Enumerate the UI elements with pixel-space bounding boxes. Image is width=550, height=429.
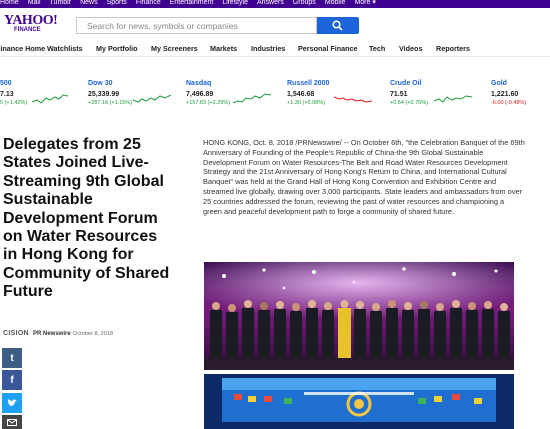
top-link-answers[interactable]: Answers [257,0,284,6]
article-photo-delegates [204,262,514,370]
ticker-crude-oil[interactable]: Crude Oil 71.51 +0.54 (+0.76%) [390,80,482,120]
nav-videos[interactable]: Videos [399,44,422,53]
sparkline [233,93,271,104]
top-link-more[interactable]: More ▾ [354,0,375,6]
sparkline [434,95,472,103]
twitter-share-button[interactable] [2,393,22,413]
search-icon [332,20,343,31]
ticker-name: Crude Oil [390,80,422,87]
nav-reporters[interactable]: Reporters [436,44,470,53]
ticker-name: Nasdaq [186,80,212,87]
logo-main-text: YAHOO! [4,13,58,28]
ticker-value: 1,221.60 [491,91,519,98]
nav-my-portfolio[interactable]: My Portfolio [96,44,138,53]
search-button[interactable] [317,17,359,34]
ticker-dow30[interactable]: Dow 30 25,339.99 +287.16 (+1.15%) [88,80,180,120]
sparkline [334,96,372,103]
source-name[interactable]: PR Newswire [33,331,71,337]
ticker-name: Russell 2000 [287,80,330,87]
nav-markets[interactable]: Markets [210,44,237,53]
ticker-name: Gold [491,80,507,87]
top-utility-bar: Home Mail Tumblr News Sports Finance Entertain… [0,0,550,8]
ticker-name: Dow 30 [88,80,113,87]
ticker-name: 500 [0,80,12,87]
top-link-tumblr[interactable]: Tumblr [50,0,72,6]
article-headline: Delegates from 25 States Joined Live-Str… [3,136,170,301]
nav-personal-finance[interactable]: Personal Finance [298,44,358,53]
top-link-finance[interactable]: Finance [136,0,161,6]
nav-my-screeners[interactable]: My Screeners [151,44,198,53]
tumblr-icon: t [10,352,14,364]
top-link-mail[interactable]: Mail [28,0,41,6]
search-input[interactable]: Search for news, symbols or companies [76,17,317,34]
publish-date: October 8, 2018 [73,331,114,337]
nav-industries[interactable]: Industries [251,44,285,53]
top-link-groups[interactable]: Groups [293,0,316,6]
nav-finance-home[interactable]: Finance Home [0,44,45,53]
finance-nav: Finance Home Watchlists My Portfolio My … [0,40,550,57]
top-link-entertainment[interactable]: Entertainment [170,0,214,6]
top-link-news[interactable]: News [80,0,98,6]
top-utility-links: Home Mail Tumblr News Sports Finance Entertain… [0,0,385,6]
mail-share-button[interactable] [2,415,22,429]
top-link-home[interactable]: Home [0,0,19,6]
nav-watchlists[interactable]: Watchlists [47,44,83,53]
yahoo-finance-logo[interactable]: YAHOO! FINANCE [4,13,58,34]
facebook-icon: f [10,374,14,386]
top-link-mobile[interactable]: Mobile [325,0,346,6]
site-header: YAHOO! FINANCE Search for news, symbols … [0,8,550,38]
top-link-lifestyle[interactable]: Lifestyle [222,0,248,6]
article-body: HONG KONG, Oct. 8, 2018 /PRNewswire/ -- … [203,138,525,216]
ticker-change: -6.00 (-0.49%) [491,100,527,106]
twitter-icon [6,398,17,406]
delegates-group-photo [204,262,514,370]
logo-sub-text: FINANCE [14,27,41,33]
cision-logo: CISION [3,330,29,337]
top-link-sports[interactable]: Sports [107,0,127,6]
sparkline [133,94,171,103]
sparkline [32,94,68,104]
tumblr-share-button[interactable]: t [2,348,22,368]
market-tickers: 500 7.13 5 (+1.42%) Dow 30 25,339.99 +28… [0,80,550,120]
article-photo-forum-stage [204,374,514,429]
mail-icon [7,418,17,426]
ticker-nasdaq[interactable]: Nasdaq 7,496.89 +157.83 (+2.29%) [186,80,278,120]
article-byline: CISION PR Newswire October 8, 2018 [3,330,173,342]
nav-tech[interactable]: Tech [369,44,385,53]
ticker-sp500[interactable]: 500 7.13 5 (+1.42%) [0,80,90,120]
forum-stage-photo [204,374,514,429]
ticker-gold[interactable]: Gold 1,221.60 -6.00 (-0.49%) [491,80,550,120]
facebook-share-button[interactable]: f [2,370,22,390]
ticker-russell2000[interactable]: Russell 2000 1,546.68 +1.30 (+0.08%) [287,80,379,120]
